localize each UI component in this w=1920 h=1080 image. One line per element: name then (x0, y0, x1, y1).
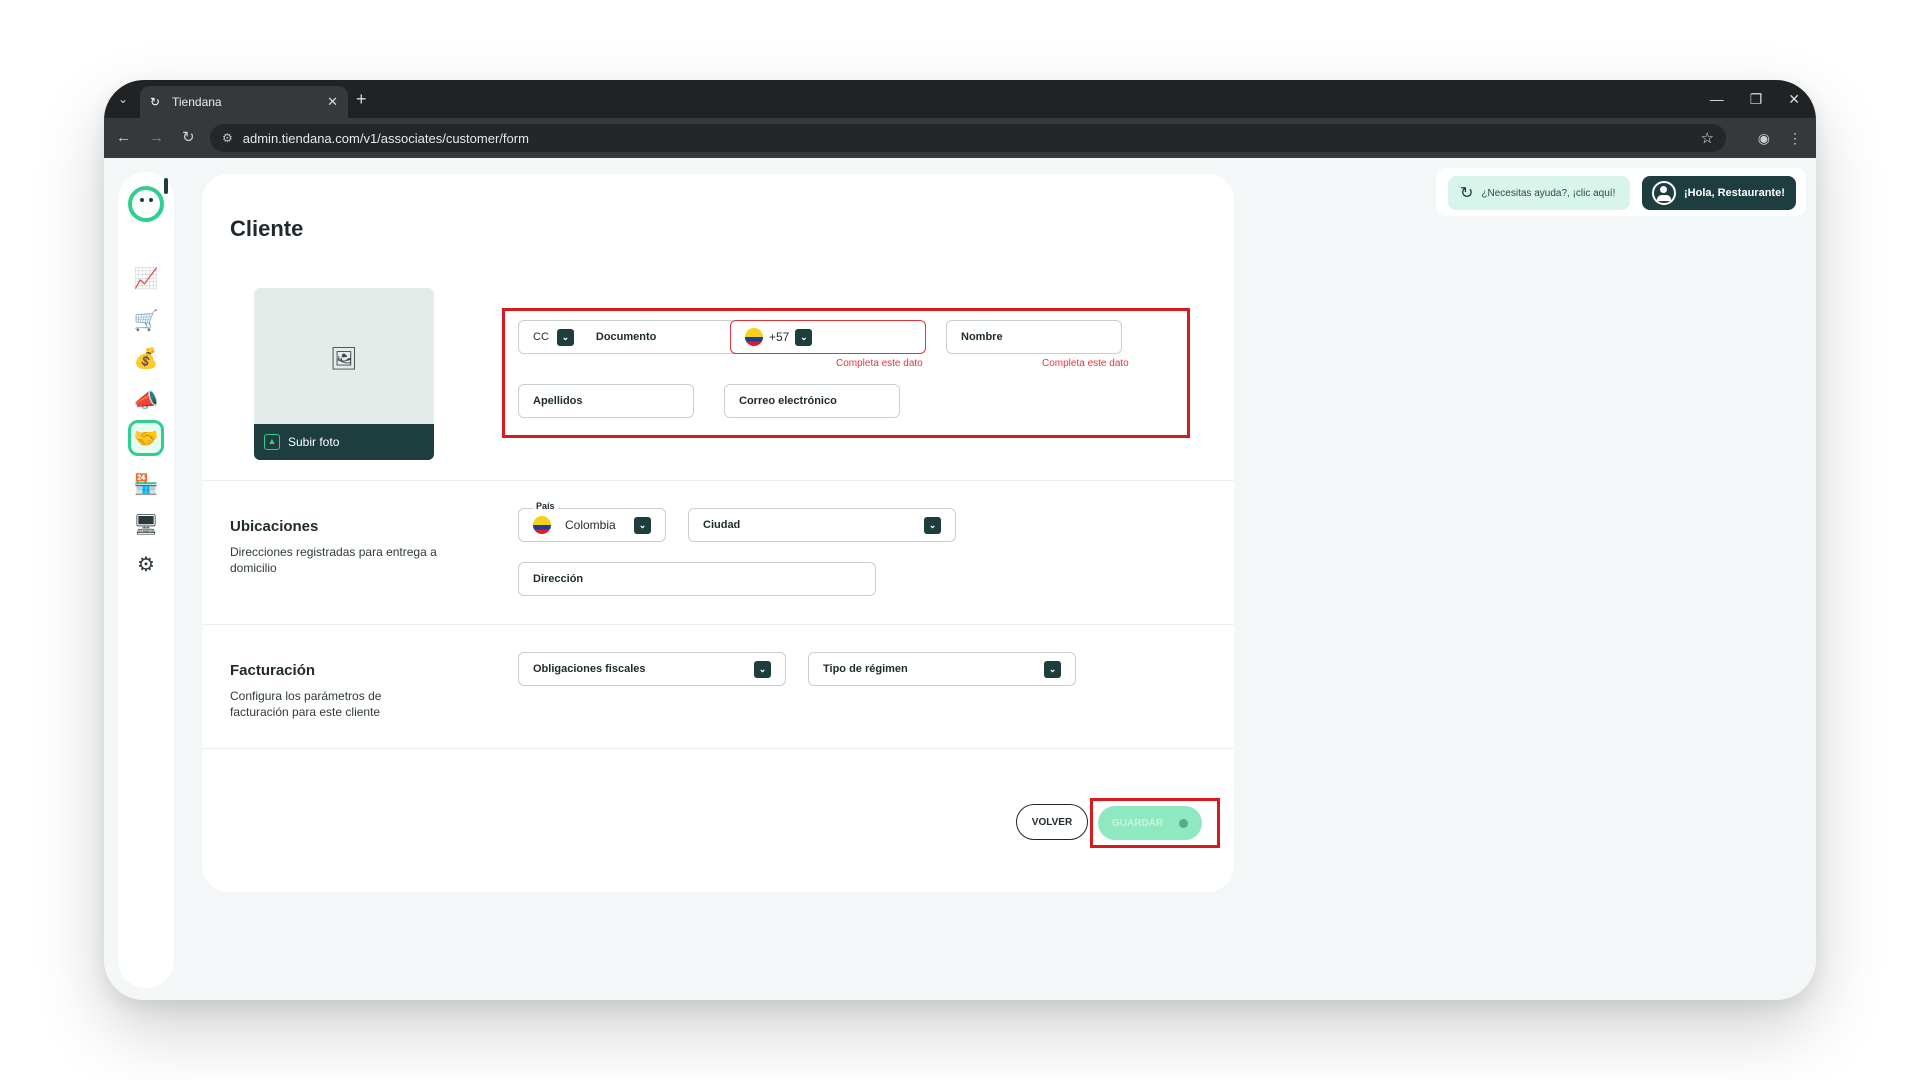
toolbar-right: ◉ ⋮ (1758, 127, 1802, 149)
profile-icon[interactable]: ◉ (1758, 127, 1770, 149)
chat-help-icon: ↻ (1460, 185, 1474, 202)
city-placeholder: Ciudad (703, 519, 741, 531)
billing-description: Configura los parámetros de facturación … (230, 689, 382, 719)
address-field[interactable]: Dirección (518, 562, 876, 596)
tab-search-chevron-icon[interactable]: ⌄ (112, 88, 134, 110)
tax-obligations-select[interactable]: Obligaciones fiscales ⌄ (518, 652, 786, 686)
tab-close-icon[interactable]: ✕ (327, 94, 338, 110)
forward-arrow-icon[interactable]: → (149, 127, 164, 149)
regime-type-select[interactable]: Tipo de régimen ⌄ (808, 652, 1076, 686)
upload-photo-button[interactable]: ▲ Subir foto (254, 424, 434, 460)
phone-prefix: +57 (769, 330, 790, 344)
reload-icon[interactable]: ↻ (182, 127, 195, 149)
user-avatar-icon (1652, 181, 1676, 205)
name-field[interactable]: Nombre (946, 320, 1122, 354)
country-select[interactable]: Colombia ⌄ (518, 508, 666, 542)
chevron-down-icon[interactable]: ⌄ (754, 660, 771, 678)
window-close-icon[interactable]: ✕ (1788, 88, 1800, 110)
document-type-value: CC (533, 331, 549, 343)
tab-title: Tiendana (172, 95, 222, 109)
upload-photo-label: Subir foto (288, 435, 340, 449)
megaphone-icon[interactable]: 📣 (128, 382, 164, 418)
help-button[interactable]: ↻ ¿Necesitas ayuda?, ¡clic aquí! (1448, 176, 1630, 210)
chevron-down-icon[interactable]: ⌄ (634, 516, 651, 534)
tab-favicon-icon: ↻ (150, 95, 161, 109)
locations-title: Ubicaciones (230, 518, 319, 535)
phone-field[interactable]: +57 ⌄ (730, 320, 926, 354)
site-settings-icon[interactable]: ⚙ (222, 131, 233, 145)
section-divider (202, 624, 1234, 625)
regime-placeholder: Tipo de régimen (823, 663, 908, 675)
save-button[interactable]: GUARDAR (1098, 806, 1202, 840)
cart-icon[interactable]: 🛒 (128, 302, 164, 338)
billing-title: Facturación (230, 662, 316, 679)
back-button[interactable]: VOLVER (1016, 804, 1088, 840)
document-field[interactable]: CC ⌄ Documento (518, 320, 746, 354)
minimize-icon[interactable]: — (1710, 88, 1724, 110)
image-icon: ▲ (264, 434, 280, 450)
name-placeholder: Nombre (961, 331, 1003, 343)
customers-handshake-icon[interactable]: 🤝 (128, 420, 164, 456)
bookmark-star-icon[interactable]: ☆ (1701, 129, 1714, 147)
app-area: 📈 🛒 💰 📣 🤝 🏪 🖥 ⚙ Cliente 🖼 ▲ Subir foto CC ⌄ Doc… (104, 158, 1816, 1000)
chevron-down-icon[interactable]: ⌄ (924, 516, 941, 534)
email-field[interactable]: Correo electrónico (724, 384, 900, 418)
section-divider (202, 748, 1234, 749)
browser-tab-active[interactable]: ↻ Tiendana ✕ (140, 86, 348, 118)
document-placeholder: Documento (595, 331, 657, 343)
chevron-down-icon[interactable]: ⌄ (556, 328, 574, 346)
country-value: Colombia (565, 518, 616, 532)
name-error-message: Completa este dato (1042, 358, 1129, 369)
customer-form-card: Cliente 🖼 ▲ Subir foto CC ⌄ Documento +5… (202, 174, 1234, 892)
money-hand-icon[interactable]: 💰 (128, 340, 164, 376)
restore-icon[interactable]: ❐ (1750, 88, 1763, 110)
kebab-menu-icon[interactable]: ⋮ (1788, 127, 1802, 149)
new-tab-button[interactable]: + (356, 88, 367, 110)
tiendana-logo[interactable] (128, 178, 168, 222)
user-greeting: ¡Hola, Restaurante! (1684, 187, 1785, 199)
phone-error-message: Completa este dato (836, 358, 923, 369)
photo-upload-area[interactable]: 🖼 ▲ Subir foto (254, 288, 434, 460)
dashboard-chart-icon[interactable]: 📈 (128, 260, 164, 296)
browser-window: ⌄ ↻ Tiendana ✕ + — ❐ ✕ ← → ↻ ⚙ admin.tie… (104, 80, 1816, 1000)
chevron-down-icon[interactable]: ⌄ (795, 328, 813, 346)
monitor-icon[interactable]: 🖥 (128, 506, 164, 542)
page-title: Cliente (230, 216, 304, 241)
chevron-down-icon[interactable]: ⌄ (1044, 660, 1061, 678)
address-bar[interactable]: ⚙ admin.tiendana.com/v1/associates/custo… (210, 124, 1726, 152)
colombia-flag-icon (745, 328, 763, 346)
url-text: admin.tiendana.com/v1/associates/custome… (242, 130, 529, 146)
top-actions-bar: ↻ ¿Necesitas ayuda?, ¡clic aquí! ¡Hola, … (1436, 168, 1806, 216)
window-controls: — ❐ ✕ (1710, 88, 1800, 110)
save-label: GUARDAR (1112, 817, 1164, 829)
lastname-placeholder: Apellidos (533, 395, 583, 407)
country-label: País (533, 501, 558, 511)
lastname-field[interactable]: Apellidos (518, 384, 694, 418)
tax-placeholder: Obligaciones fiscales (533, 663, 646, 675)
loading-spinner-icon (1179, 818, 1188, 828)
store-settings-icon[interactable]: 🏪 (128, 466, 164, 502)
email-placeholder: Correo electrónico (739, 395, 837, 407)
sidebar: 📈 🛒 💰 📣 🤝 🏪 🖥 ⚙ (118, 172, 174, 988)
back-arrow-icon[interactable]: ← (116, 127, 131, 149)
help-label: ¿Necesitas ayuda?, ¡clic aquí! (1481, 187, 1616, 199)
city-select[interactable]: Ciudad ⌄ (688, 508, 956, 542)
browser-tabbar: ⌄ ↻ Tiendana ✕ + — ❐ ✕ (104, 80, 1816, 118)
address-placeholder: Dirección (533, 573, 584, 585)
browser-toolbar: ← → ↻ ⚙ admin.tiendana.com/v1/associates… (104, 118, 1816, 158)
colombia-flag-icon (533, 516, 551, 534)
locations-description: Direcciones registradas para entrega a d… (230, 545, 437, 575)
gear-icon[interactable]: ⚙ (128, 546, 164, 582)
section-divider (202, 480, 1234, 481)
add-image-icon: 🖼 (330, 346, 358, 371)
user-menu-button[interactable]: ¡Hola, Restaurante! (1642, 176, 1796, 210)
nav-buttons: ← → ↻ (116, 127, 195, 149)
